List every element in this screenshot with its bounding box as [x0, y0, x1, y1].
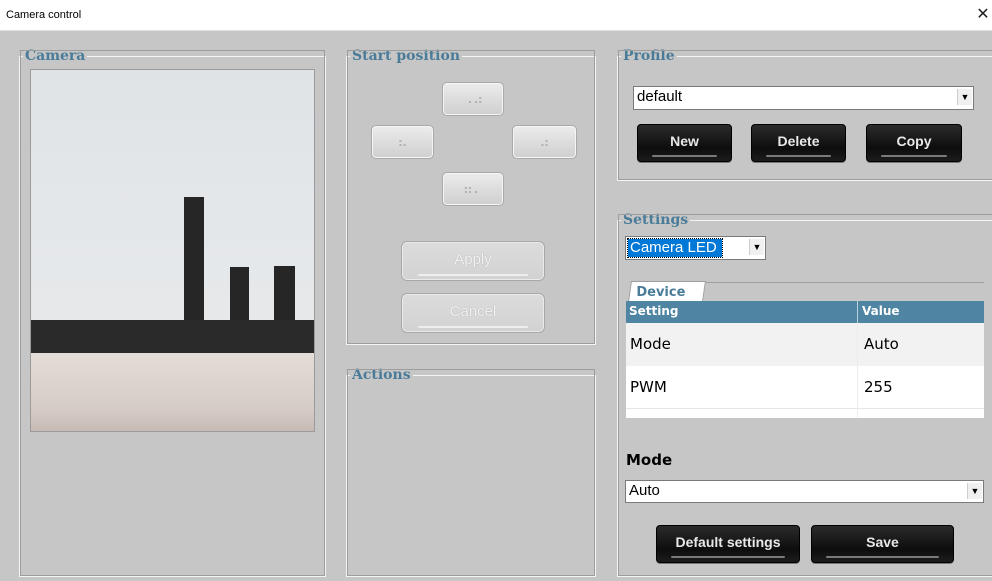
save-button-underline [826, 556, 939, 558]
value-cell: Auto [864, 335, 899, 353]
apply-button-label: Apply [454, 251, 492, 268]
camera-preview-bar-tall [184, 197, 204, 320]
delete-profile-button-underline [766, 155, 831, 157]
default-settings-button-underline [671, 556, 785, 558]
settings-category-value: Camera LED [627, 238, 723, 258]
save-button-label: Save [866, 534, 899, 550]
camera-group-title: Camera [23, 48, 88, 64]
copy-profile-button[interactable]: Copy [866, 124, 962, 162]
camera-preview-wall [31, 70, 314, 320]
settings-table-header: Setting Value [626, 301, 984, 323]
chevron-down-icon[interactable]: ▼ [967, 483, 982, 499]
tab-strip-line [700, 282, 984, 283]
camera-preview-floor [31, 353, 314, 431]
default-settings-button[interactable]: Default settings [656, 525, 800, 563]
settings-table: Setting Value Mode Auto PWM 255 [626, 301, 984, 418]
copy-profile-button-underline [881, 155, 947, 157]
new-profile-button-label: New [670, 133, 699, 149]
title-bar: Camera control ✕ [0, 0, 992, 31]
profile-select[interactable]: default ▼ [633, 86, 974, 110]
setting-cell: PWM [630, 378, 667, 396]
copy-profile-button-label: Copy [896, 133, 932, 149]
move-down-button[interactable]: ⠶⠄ [442, 172, 504, 206]
column-divider [857, 301, 858, 323]
camera-preview-image [30, 69, 315, 432]
arrow-left-icon: ⠦ [397, 134, 408, 150]
arrow-down-icon: ⠶⠄ [462, 181, 484, 197]
mode-label: Mode [626, 451, 673, 469]
arrow-right-icon: ⠴ [539, 134, 550, 150]
window-title: Camera control [6, 9, 82, 21]
camera-control-window: Camera Start position ⠠⠴ ⠦ ⠴ ⠶⠄ Apply Ca… [0, 31, 992, 581]
tab-device-label: Device [636, 285, 686, 300]
chevron-down-icon[interactable]: ▼ [749, 239, 764, 255]
actions-group: Actions [346, 368, 596, 577]
camera-preview-bar-mid [230, 267, 249, 320]
actions-group-title: Actions [350, 367, 413, 383]
arrow-up-icon: ⠠⠴ [462, 91, 484, 107]
mode-select[interactable]: Auto ▼ [625, 480, 984, 503]
setting-cell: Mode [630, 335, 671, 353]
settings-group-title: Settings [621, 212, 691, 228]
column-divider [857, 323, 858, 418]
new-profile-button[interactable]: New [637, 124, 732, 162]
settings-category-select[interactable]: Camera LED ▼ [625, 236, 766, 260]
default-settings-button-label: Default settings [675, 534, 781, 550]
table-row[interactable]: PWM 255 [626, 366, 984, 409]
cancel-button[interactable]: Cancel [401, 293, 545, 333]
camera-preview-bar-right [274, 266, 295, 320]
start-position-group-title: Start position [350, 48, 462, 64]
move-up-button[interactable]: ⠠⠴ [442, 82, 504, 116]
camera-preview-strip [31, 320, 314, 353]
column-header-value[interactable]: Value [862, 304, 900, 318]
delete-profile-button-label: Delete [777, 133, 820, 149]
cancel-button-underline [418, 326, 528, 328]
cancel-button-label: Cancel [449, 303, 497, 320]
move-left-button[interactable]: ⠦ [371, 125, 434, 159]
apply-button[interactable]: Apply [401, 241, 545, 281]
apply-button-underline [418, 274, 528, 276]
column-header-setting[interactable]: Setting [629, 304, 679, 318]
save-button[interactable]: Save [811, 525, 954, 563]
mode-select-value: Auto [629, 482, 660, 499]
table-row[interactable]: Mode Auto [626, 323, 984, 366]
value-cell: 255 [864, 378, 893, 396]
profile-select-value: default [637, 88, 683, 105]
delete-profile-button[interactable]: Delete [751, 124, 846, 162]
profile-group-title: Profile [621, 48, 677, 64]
close-icon[interactable]: ✕ [974, 0, 992, 31]
move-right-button[interactable]: ⠴ [512, 125, 577, 159]
chevron-down-icon[interactable]: ▼ [957, 89, 972, 105]
new-profile-button-underline [652, 155, 717, 157]
tab-device[interactable]: Device [628, 281, 706, 302]
